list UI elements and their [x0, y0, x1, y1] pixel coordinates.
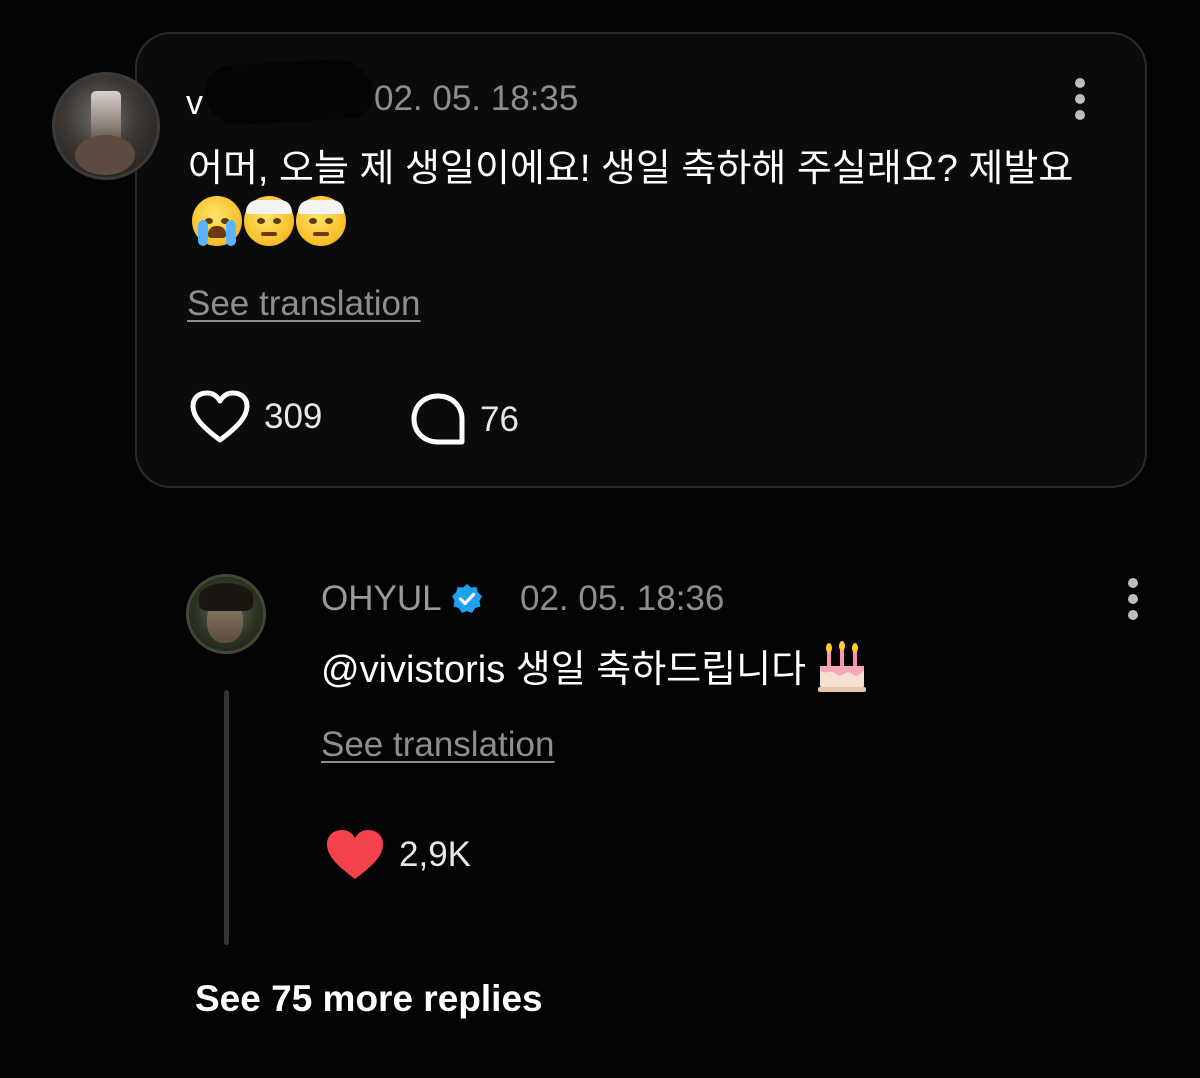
like-button-liked[interactable]: 2,9K — [325, 828, 471, 882]
avatar-photo-hand — [75, 135, 135, 175]
commenter-avatar[interactable] — [52, 72, 160, 180]
see-translation-link[interactable]: See translation — [321, 725, 554, 765]
reply-text-content: @vivistoris 생일 축하드립니다 — [321, 649, 807, 691]
see-more-replies-link[interactable]: See 75 more replies — [195, 978, 543, 1020]
reply-button[interactable]: 76 — [410, 392, 519, 448]
speech-bubble-icon — [411, 393, 465, 445]
reply-username-row[interactable]: OHYUL — [321, 579, 484, 619]
face-with-head-bandage-icon — [244, 196, 294, 246]
commenter-username[interactable]: v — [186, 84, 204, 123]
comment-text: 어머, 오늘 제 생일이에요! 생일 축하해 주실래요? 제발요 — [188, 142, 1108, 253]
comment-emojis — [192, 196, 346, 246]
reply-like-count: 2,9K — [399, 835, 471, 874]
avatar-photo-hair — [199, 583, 253, 611]
face-with-head-bandage-icon — [296, 196, 346, 246]
reply-text: @vivistoris 생일 축하드립니다 — [321, 640, 1101, 697]
like-button[interactable]: 309 — [190, 390, 322, 444]
reply-username[interactable]: OHYUL — [321, 579, 442, 619]
loudly-crying-face-icon — [192, 196, 242, 246]
reply-avatar[interactable] — [186, 574, 266, 654]
comments-screen: v 02. 05. 18:35 어머, 오늘 제 생일이에요! 생일 축하해 주… — [0, 0, 1200, 1078]
username-redaction — [203, 57, 375, 127]
heart-outline-icon — [190, 390, 250, 443]
see-translation-link[interactable]: See translation — [187, 284, 420, 324]
reply-count: 76 — [480, 400, 519, 439]
more-options-icon[interactable] — [1127, 578, 1139, 620]
birthday-cake-icon — [818, 641, 867, 692]
comment-text-content: 어머, 오늘 제 생일이에요! 생일 축하해 주실래요? 제발요 — [188, 148, 1074, 190]
more-options-icon[interactable] — [1074, 78, 1086, 120]
thread-line — [224, 690, 229, 945]
reply-timestamp: 02. 05. 18:36 — [520, 579, 725, 618]
heart-filled-icon — [327, 830, 383, 879]
like-count: 309 — [264, 397, 323, 436]
verified-badge-icon — [451, 584, 482, 613]
comment-timestamp: 02. 05. 18:35 — [374, 79, 579, 118]
